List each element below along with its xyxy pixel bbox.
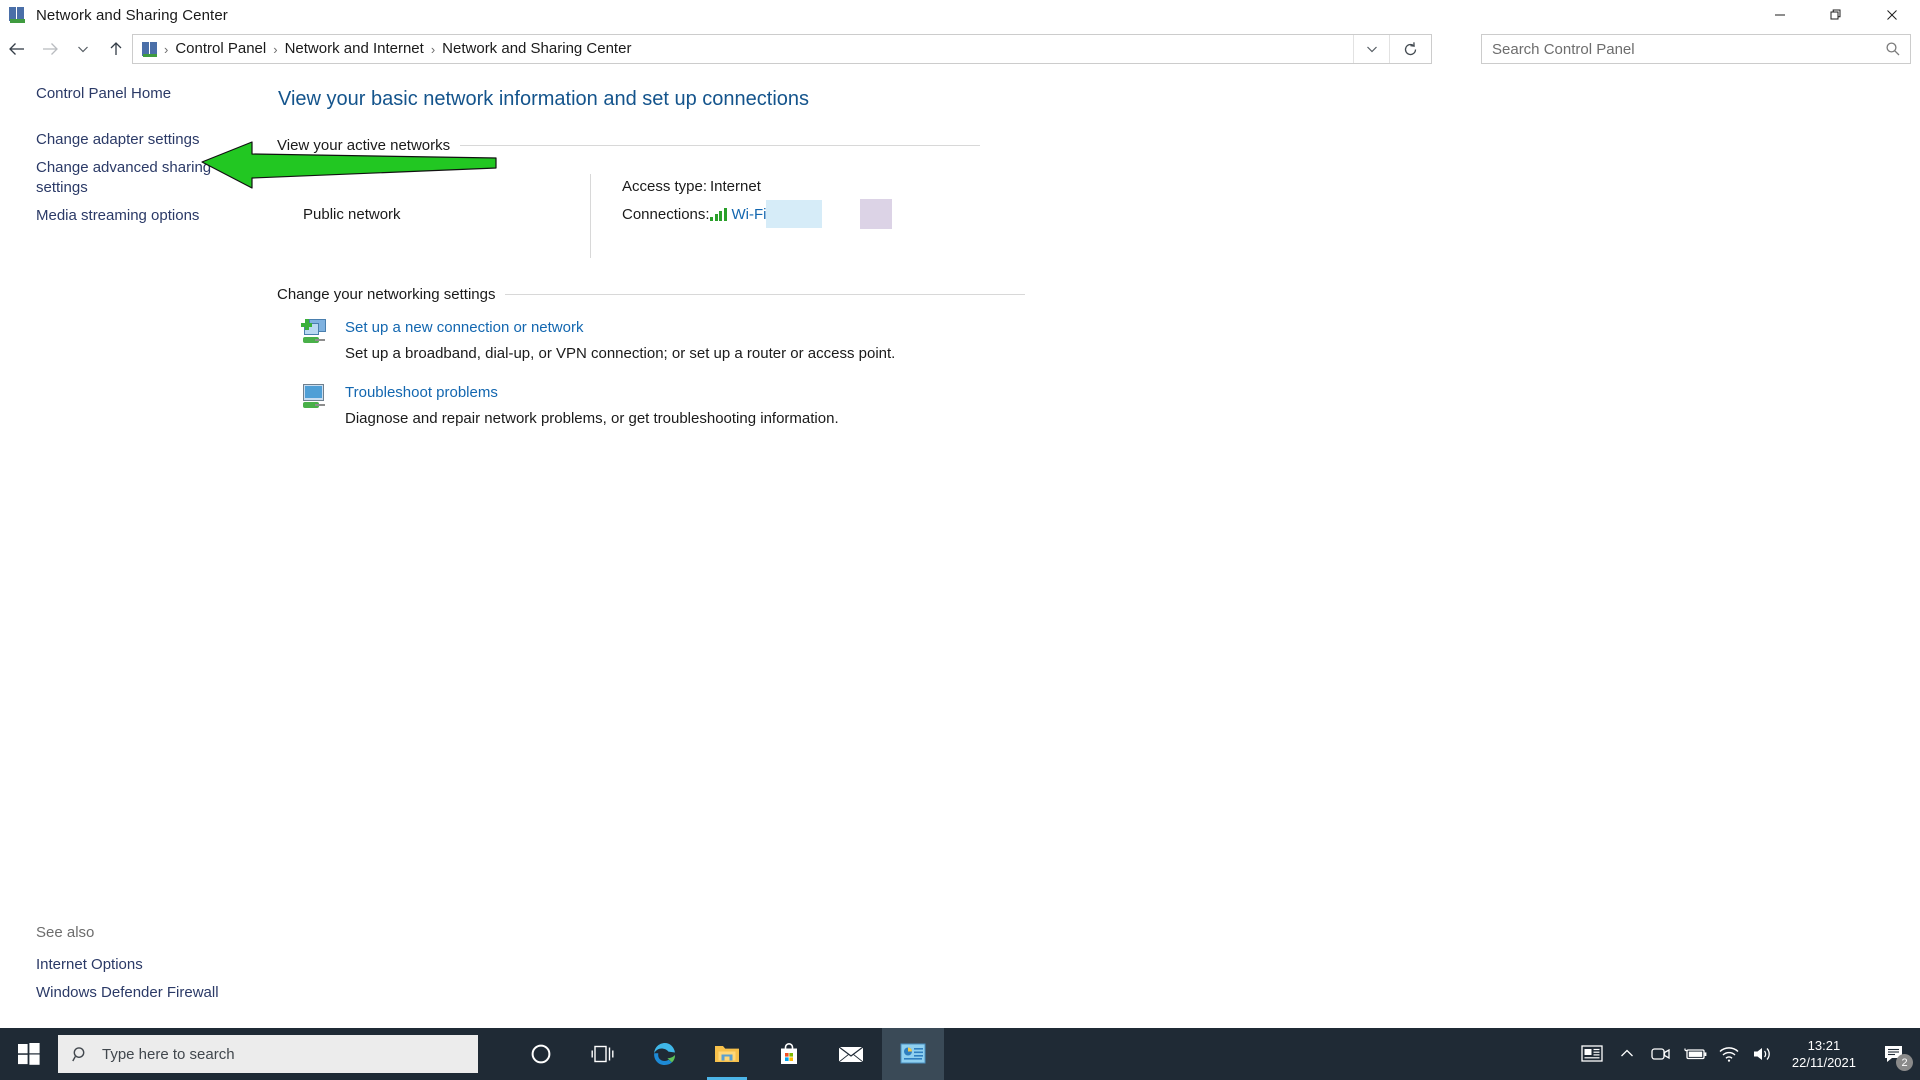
breadcrumb-item-control-panel[interactable]: Control Panel	[169, 35, 272, 63]
sidebar: Control Panel Home Change adapter settin…	[0, 80, 270, 230]
chevron-down-icon[interactable]	[1353, 35, 1389, 63]
search-icon[interactable]	[1876, 41, 1910, 57]
forward-button[interactable]	[33, 32, 66, 66]
minimize-button[interactable]	[1752, 0, 1808, 30]
task-body: Set up a new connection or network Set u…	[345, 319, 895, 362]
up-button[interactable]	[99, 32, 132, 66]
access-type-row: Access type: Internet	[622, 172, 892, 200]
troubleshoot-icon	[301, 384, 331, 412]
connections-label: Connections:	[622, 205, 710, 223]
sidebar-item-media-streaming-options[interactable]: Media streaming options	[0, 202, 232, 230]
system-tray: 13:21 22/11/2021 2	[1576, 1028, 1920, 1080]
clock[interactable]: 13:21 22/11/2021	[1780, 1037, 1868, 1071]
restore-button[interactable]	[1808, 0, 1864, 30]
notification-badge: 2	[1896, 1054, 1913, 1071]
task-desc-troubleshoot-problems: Diagnose and repair network problems, or…	[345, 410, 839, 427]
address-bar[interactable]: › Control Panel › Network and Internet ›…	[132, 34, 1432, 64]
see-also-internet-options[interactable]: Internet Options	[0, 951, 232, 979]
taskbar-microsoft-edge[interactable]	[634, 1028, 696, 1080]
task-set-up-new-connection: Set up a new connection or network Set u…	[277, 319, 1920, 362]
taskbar-control-panel[interactable]	[882, 1028, 944, 1080]
access-type-label: Access type:	[622, 177, 708, 195]
divider	[460, 145, 981, 146]
active-network-entry: Public network Access type: Internet Con…	[277, 172, 1920, 260]
taskbar-apps	[510, 1028, 944, 1080]
network-sharing-icon	[9, 6, 27, 24]
network-details: Access type: Internet Connections: Wi-Fi	[622, 172, 893, 229]
window-title: Network and Sharing Center	[36, 6, 228, 24]
refresh-icon[interactable]	[1389, 35, 1431, 63]
task-body: Troubleshoot problems Diagnose and repai…	[345, 384, 839, 427]
network-name: Public network	[303, 206, 401, 223]
close-button[interactable]	[1864, 0, 1920, 30]
news-and-interests-icon[interactable]	[1576, 1028, 1610, 1080]
divider	[590, 174, 591, 258]
active-networks-label: View your active networks	[277, 137, 451, 154]
clock-time: 13:21	[1807, 1038, 1841, 1053]
active-networks-header: View your active networks	[277, 137, 1920, 154]
window-controls	[1752, 0, 1920, 30]
search-control-panel-box[interactable]	[1481, 34, 1911, 64]
taskbar-file-explorer[interactable]	[696, 1028, 758, 1080]
sidebar-item-control-panel-home[interactable]: Control Panel Home	[0, 80, 232, 108]
wifi-signal-icon	[710, 207, 727, 221]
start-button[interactable]	[0, 1028, 58, 1080]
show-hidden-icons-chevron-up-icon[interactable]	[1610, 1028, 1644, 1080]
see-also-title: See also	[36, 924, 95, 941]
control-panel-window: Network and Sharing Center › Control Pan…	[0, 0, 1920, 1080]
change-settings-header: Change your networking settings	[277, 286, 1920, 303]
breadcrumb-item-network-and-internet[interactable]: Network and Internet	[279, 35, 430, 63]
taskbar-task-view[interactable]	[572, 1028, 634, 1080]
clock-date: 22/11/2021	[1791, 1055, 1856, 1070]
taskbar-cortana[interactable]	[510, 1028, 572, 1080]
taskbar-mail[interactable]	[820, 1028, 882, 1080]
breadcrumb-network-icon	[142, 41, 159, 58]
meet-now-icon[interactable]	[1644, 1028, 1678, 1080]
network-wifi-icon[interactable]	[1712, 1028, 1746, 1080]
battery-icon[interactable]	[1678, 1028, 1712, 1080]
search-input[interactable]	[1482, 36, 1876, 62]
divider	[505, 294, 1026, 295]
task-link-troubleshoot-problems[interactable]: Troubleshoot problems	[345, 384, 498, 401]
volume-icon[interactable]	[1746, 1028, 1780, 1080]
task-link-set-up-new-connection[interactable]: Set up a new connection or network	[345, 319, 583, 336]
taskbar-search-placeholder: Type here to search	[102, 1045, 235, 1063]
search-icon	[58, 1046, 102, 1063]
content-pane: View your basic network information and …	[277, 80, 1920, 427]
redaction-block-ssid	[766, 200, 823, 228]
see-also-windows-defender-firewall[interactable]: Windows Defender Firewall	[0, 979, 232, 1007]
taskbar-microsoft-store[interactable]	[758, 1028, 820, 1080]
title-bar: Network and Sharing Center	[0, 0, 1920, 30]
new-connection-icon	[301, 319, 331, 347]
change-settings-label: Change your networking settings	[277, 286, 496, 303]
recent-locations-button[interactable]	[66, 32, 99, 66]
page-title: View your basic network information and …	[278, 88, 810, 110]
task-desc-set-up-new-connection: Set up a broadband, dial-up, or VPN conn…	[345, 345, 896, 362]
back-button[interactable]	[0, 32, 33, 66]
connections-row: Connections: Wi-Fi	[622, 199, 893, 229]
connection-link-wifi[interactable]: Wi-Fi	[732, 206, 767, 223]
redaction-block-secondary	[860, 199, 893, 229]
sidebar-item-change-advanced-sharing-settings[interactable]: Change advanced sharing settings	[0, 154, 232, 202]
taskbar: Type here to search 13:21 22/11/2021 2	[0, 1028, 1920, 1080]
access-type-value: Internet	[710, 177, 761, 195]
breadcrumb-item-network-and-sharing-center[interactable]: Network and Sharing Center	[436, 35, 637, 63]
task-troubleshoot-problems: Troubleshoot problems Diagnose and repai…	[277, 384, 1920, 427]
sidebar-item-change-adapter-settings[interactable]: Change adapter settings	[0, 126, 232, 154]
notification-center-button[interactable]: 2	[1868, 1028, 1920, 1080]
see-also-section: See also Internet Options Windows Defend…	[0, 920, 270, 1007]
taskbar-search-box[interactable]: Type here to search	[58, 1035, 478, 1073]
